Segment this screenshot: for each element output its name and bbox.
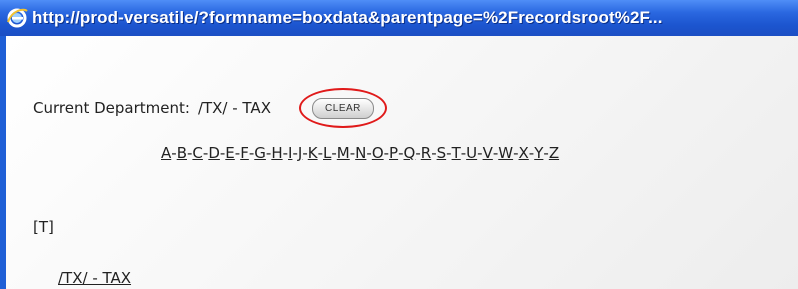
alphabet-link-e[interactable]: E — [225, 144, 234, 162]
alphabet-link-h[interactable]: H — [271, 144, 282, 162]
alphabet-link-a[interactable]: A — [161, 144, 171, 162]
current-department-row: Current Department: /TX/ - TAX CLEAR — [33, 88, 387, 128]
title-bar[interactable]: http://prod-versatile/?formname=boxdata&… — [0, 0, 798, 36]
alphabet-link-b[interactable]: B — [177, 144, 187, 162]
alphabet-link-q[interactable]: Q — [404, 144, 416, 162]
internet-explorer-icon — [7, 8, 28, 28]
alphabet-link-k[interactable]: K — [308, 144, 318, 162]
alphabet-link-v[interactable]: V — [483, 144, 493, 162]
alphabet-link-c[interactable]: C — [192, 144, 202, 162]
alphabet-link-p[interactable]: P — [389, 144, 398, 162]
clear-button-highlight: CLEAR — [298, 88, 387, 128]
alphabet-link-l[interactable]: L — [323, 144, 331, 162]
clear-button[interactable]: CLEAR — [311, 97, 374, 119]
alphabet-link-u[interactable]: U — [466, 144, 477, 162]
alphabet-filter: A-B-C-D-E-F-G-H-I-J-K-L-M-N-O-P-Q-R-S-T-… — [161, 144, 559, 162]
alphabet-link-g[interactable]: G — [254, 144, 266, 162]
alphabet-link-r[interactable]: R — [421, 144, 431, 162]
alphabet-link-x[interactable]: X — [519, 144, 529, 162]
page-content: Current Department: /TX/ - TAX CLEAR A-B… — [6, 36, 798, 289]
alphabet-link-t[interactable]: T — [452, 144, 461, 162]
alphabet-link-y[interactable]: Y — [534, 144, 543, 162]
alphabet-link-z[interactable]: Z — [549, 144, 559, 162]
alphabet-link-m[interactable]: M — [337, 144, 350, 162]
section-header: [T] — [33, 218, 54, 236]
current-department-label: Current Department: — [33, 99, 190, 117]
department-link[interactable]: /TX/ - TAX — [58, 269, 131, 287]
alphabet-link-f[interactable]: F — [240, 144, 249, 162]
browser-window: http://prod-versatile/?formname=boxdata&… — [0, 0, 798, 289]
alphabet-link-o[interactable]: O — [372, 144, 384, 162]
alphabet-link-d[interactable]: D — [208, 144, 220, 162]
current-department-value: /TX/ - TAX — [197, 99, 271, 117]
window-title: http://prod-versatile/?formname=boxdata&… — [32, 8, 663, 27]
alphabet-link-s[interactable]: S — [437, 144, 447, 162]
alphabet-link-n[interactable]: N — [355, 144, 366, 162]
alphabet-link-w[interactable]: W — [498, 144, 513, 162]
